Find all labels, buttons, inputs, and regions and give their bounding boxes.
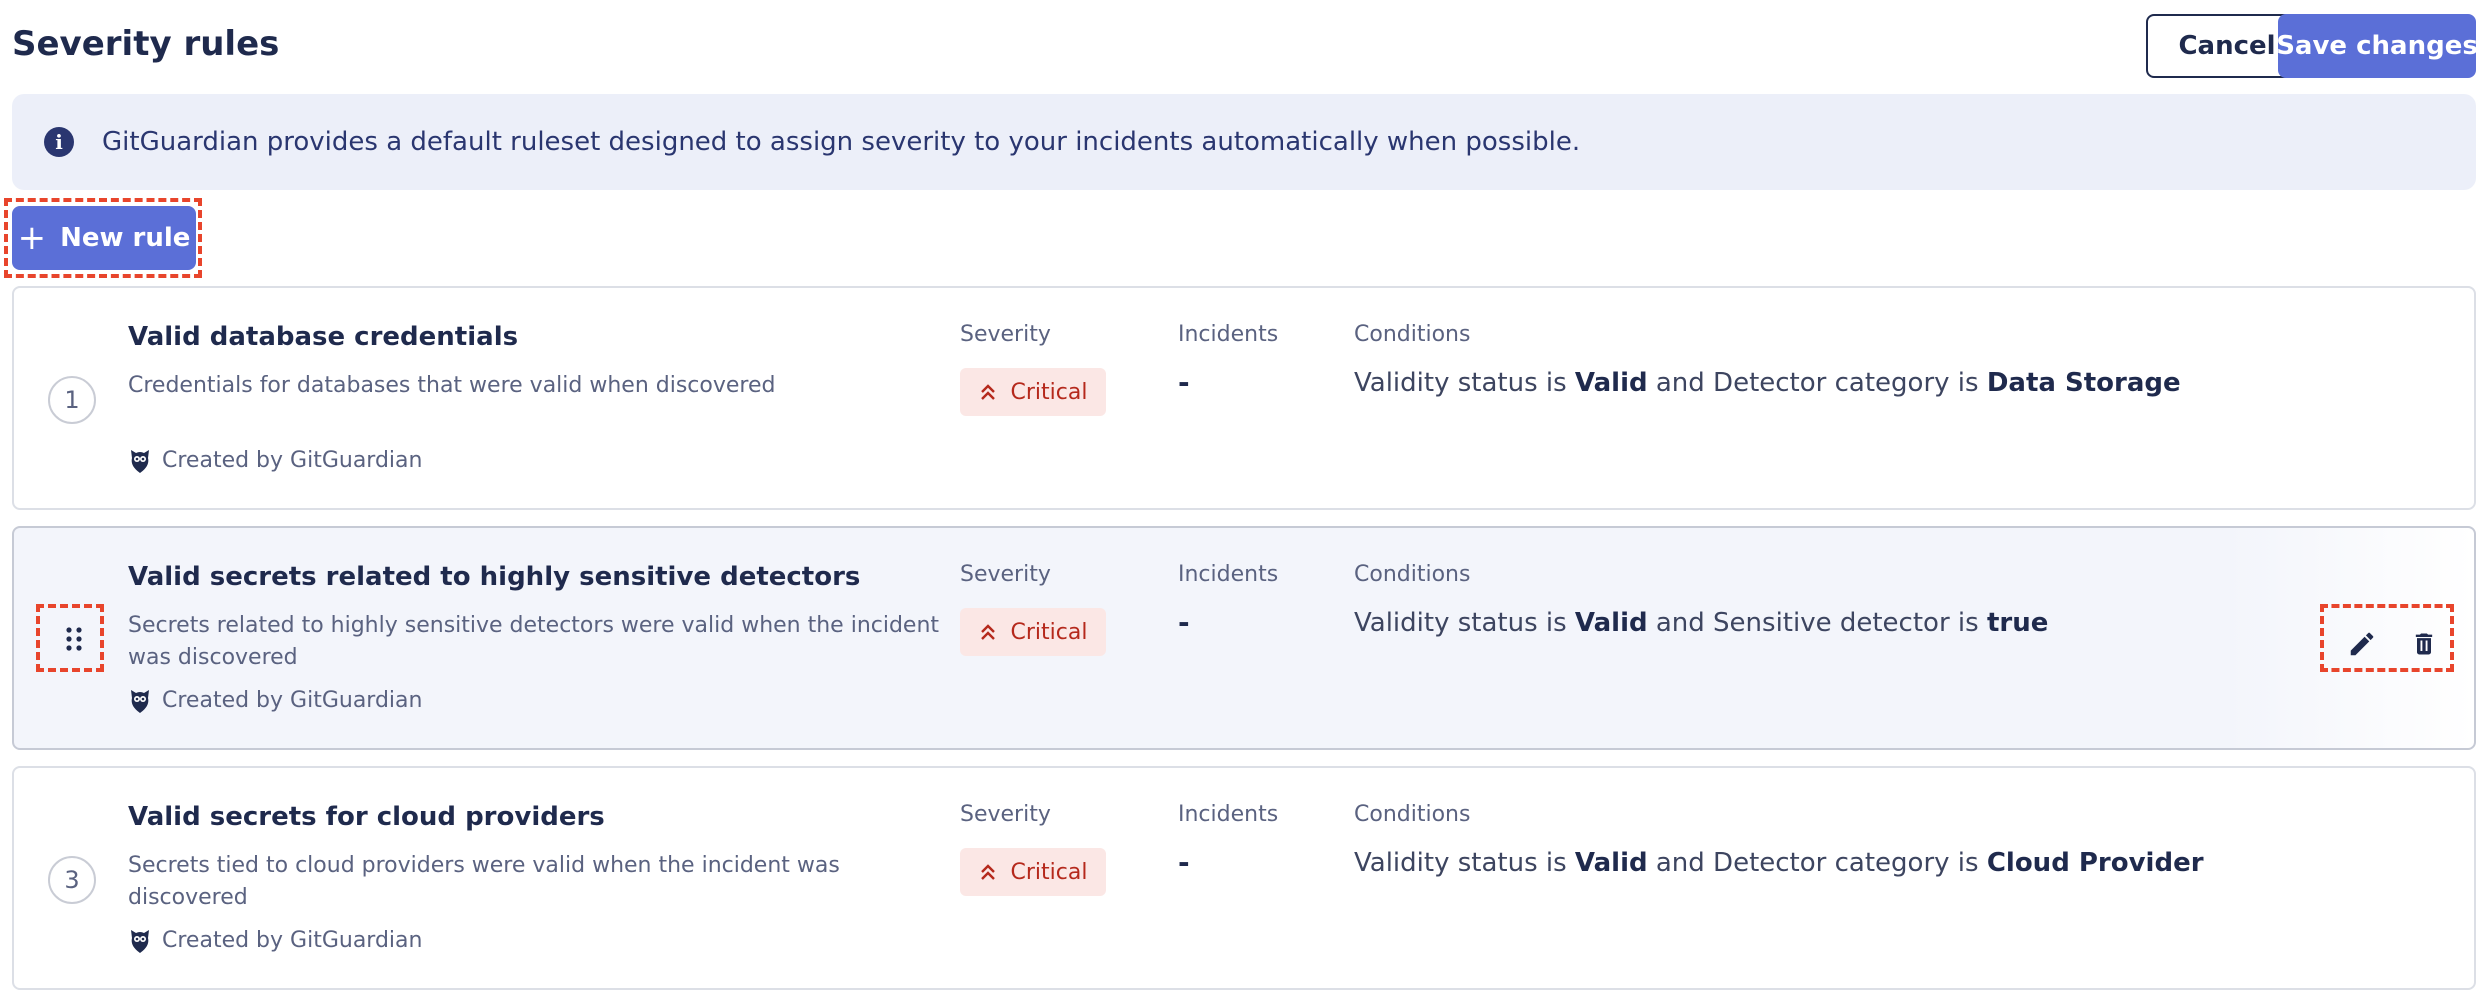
severity-label: Severity bbox=[960, 562, 1051, 587]
severity-value: Critical bbox=[1010, 379, 1088, 405]
incidents-label: Incidents bbox=[1178, 562, 1279, 587]
rule-title: Valid secrets related to highly sensitiv… bbox=[128, 562, 861, 592]
double-chevron-up-icon bbox=[980, 384, 995, 400]
rule-conditions: Validity status is Valid and Detector ca… bbox=[1354, 368, 2181, 398]
rule-description: Credentials for databases that were vali… bbox=[128, 373, 776, 398]
incidents-label: Incidents bbox=[1178, 322, 1279, 347]
gitguardian-owl-icon bbox=[131, 450, 149, 473]
gitguardian-owl-icon bbox=[131, 930, 149, 953]
severity-badge: Critical bbox=[960, 848, 1106, 896]
rule-created-by: Created by GitGuardian bbox=[128, 926, 422, 954]
severity-value: Critical bbox=[1010, 859, 1088, 885]
double-chevron-up-icon bbox=[980, 864, 995, 880]
severity-label: Severity bbox=[960, 322, 1051, 347]
save-changes-button[interactable]: Save changes bbox=[2276, 14, 2478, 78]
rule-number: 1 bbox=[48, 376, 96, 424]
drag-handle-highlight bbox=[36, 604, 104, 672]
rule-created-by: Created by GitGuardian bbox=[128, 686, 422, 714]
incidents-value: - bbox=[1178, 366, 1190, 399]
rule-title: Valid secrets for cloud providers bbox=[128, 802, 605, 832]
rule-conditions: Validity status is Valid and Detector ca… bbox=[1354, 848, 2204, 878]
info-icon: i bbox=[44, 127, 74, 157]
severity-badge: Critical bbox=[960, 608, 1106, 656]
plus-icon: + bbox=[17, 218, 47, 258]
rule-actions-highlight bbox=[2320, 604, 2454, 672]
rule-created-by: Created by GitGuardian bbox=[128, 446, 422, 474]
severity-label: Severity bbox=[960, 802, 1051, 827]
conditions-label: Conditions bbox=[1354, 802, 1471, 827]
new-rule-label: New rule bbox=[60, 223, 191, 253]
info-banner: i GitGuardian provides a default ruleset… bbox=[12, 94, 2476, 190]
incidents-value: - bbox=[1178, 606, 1190, 639]
created-by-text: Created by GitGuardian bbox=[162, 927, 423, 953]
rule-title: Valid database credentials bbox=[128, 322, 519, 352]
rule-number: 3 bbox=[48, 856, 96, 904]
new-rule-button[interactable]: + New rule bbox=[12, 206, 196, 270]
rule-conditions: Validity status is Valid and Sensitive d… bbox=[1354, 608, 2049, 638]
severity-badge: Critical bbox=[960, 368, 1106, 416]
severity-value: Critical bbox=[1010, 619, 1088, 645]
rule-card[interactable]: Valid secrets related to highly sensitiv… bbox=[12, 526, 2476, 750]
page-title: Severity rules bbox=[12, 24, 280, 64]
rule-card[interactable]: 1 Valid database credentials Credentials… bbox=[12, 286, 2476, 510]
created-by-text: Created by GitGuardian bbox=[162, 447, 423, 473]
rule-card[interactable]: 3 Valid secrets for cloud providers Secr… bbox=[12, 766, 2476, 990]
created-by-text: Created by GitGuardian bbox=[162, 687, 423, 713]
info-banner-text: GitGuardian provides a default ruleset d… bbox=[102, 127, 1581, 157]
conditions-label: Conditions bbox=[1354, 322, 1471, 347]
rule-description: Secrets tied to cloud providers were val… bbox=[128, 853, 840, 910]
conditions-label: Conditions bbox=[1354, 562, 1471, 587]
incidents-value: - bbox=[1178, 846, 1190, 879]
rule-description: Secrets related to highly sensitive dete… bbox=[128, 613, 940, 670]
double-chevron-up-icon bbox=[980, 624, 995, 640]
incidents-label: Incidents bbox=[1178, 802, 1279, 827]
gitguardian-owl-icon bbox=[131, 690, 149, 713]
